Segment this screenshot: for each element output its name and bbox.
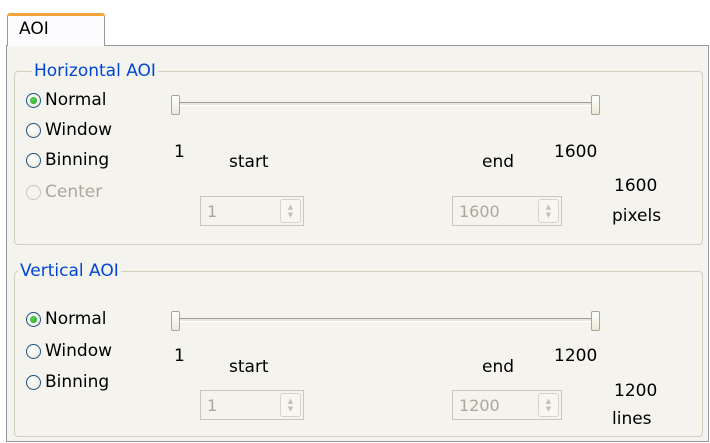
horizontal-normal-radio[interactable]: Normal: [26, 90, 107, 110]
horizontal-start-spinbox: 1 ▲ ▼: [200, 196, 304, 226]
horizontal-binning-label: Binning: [45, 150, 110, 170]
vertical-normal-label: Normal: [45, 309, 107, 329]
radio-checked-icon: [26, 92, 41, 108]
horizontal-end-label: end: [482, 152, 515, 172]
horizontal-center-radio: Center: [26, 182, 102, 202]
radio-checked-icon: [26, 311, 41, 327]
horizontal-slider-track[interactable]: [174, 102, 598, 106]
horizontal-start-thumb[interactable]: [171, 95, 180, 115]
spin-arrows-icon: ▲ ▼: [538, 199, 559, 223]
radio-unchecked-icon: [26, 374, 41, 390]
vertical-binning-radio[interactable]: Binning: [26, 372, 109, 392]
horizontal-start-label: start: [229, 152, 269, 172]
horizontal-end-value: 1600: [459, 202, 500, 221]
vertical-end-label: end: [482, 357, 515, 377]
vertical-start-spinbox: 1 ▲ ▼: [200, 390, 304, 420]
horizontal-normal-label: Normal: [45, 90, 107, 110]
vertical-size-value: 1200: [614, 381, 658, 401]
horizontal-binning-radio[interactable]: Binning: [26, 150, 109, 170]
horizontal-window-label: Window: [45, 120, 113, 140]
vertical-window-radio[interactable]: Window: [26, 341, 112, 361]
spin-arrows-icon: ▲ ▼: [538, 393, 559, 417]
horizontal-size-value: 1600: [614, 176, 658, 196]
tab-aoi[interactable]: AOI: [7, 13, 105, 46]
vertical-start-label: start: [229, 357, 269, 377]
radio-disabled-icon: [26, 184, 41, 200]
tab-aoi-label: AOI: [19, 19, 49, 39]
spin-arrows-icon: ▲ ▼: [280, 199, 301, 223]
vertical-size-unit: lines: [612, 409, 652, 429]
spin-arrows-icon: ▲ ▼: [280, 393, 301, 417]
horizontal-start-value: 1: [207, 202, 218, 221]
vertical-min-label: 1: [174, 346, 185, 366]
horizontal-size-unit: pixels: [612, 206, 662, 226]
vertical-window-label: Window: [45, 341, 113, 361]
horizontal-min-label: 1: [174, 142, 185, 162]
vertical-aoi-title: Vertical AOI: [18, 261, 121, 281]
horizontal-window-radio[interactable]: Window: [26, 120, 112, 140]
horizontal-aoi-title: Horizontal AOI: [32, 61, 158, 81]
vertical-max-label: 1200: [554, 346, 598, 366]
radio-unchecked-icon: [26, 152, 41, 168]
vertical-slider-track[interactable]: [174, 318, 598, 322]
radio-unchecked-icon: [26, 343, 41, 359]
vertical-aoi-group: [14, 271, 703, 437]
horizontal-end-spinbox: 1600 ▲ ▼: [452, 196, 562, 226]
horizontal-max-label: 1600: [554, 142, 598, 162]
vertical-binning-label: Binning: [45, 372, 110, 392]
vertical-start-value: 1: [207, 396, 218, 415]
vertical-end-value: 1200: [459, 396, 500, 415]
vertical-end-spinbox: 1200 ▲ ▼: [452, 390, 562, 420]
vertical-end-thumb[interactable]: [591, 311, 600, 331]
horizontal-end-thumb[interactable]: [591, 95, 600, 115]
vertical-start-thumb[interactable]: [171, 311, 180, 331]
horizontal-center-label: Center: [45, 182, 103, 202]
vertical-normal-radio[interactable]: Normal: [26, 309, 107, 329]
radio-unchecked-icon: [26, 122, 41, 138]
